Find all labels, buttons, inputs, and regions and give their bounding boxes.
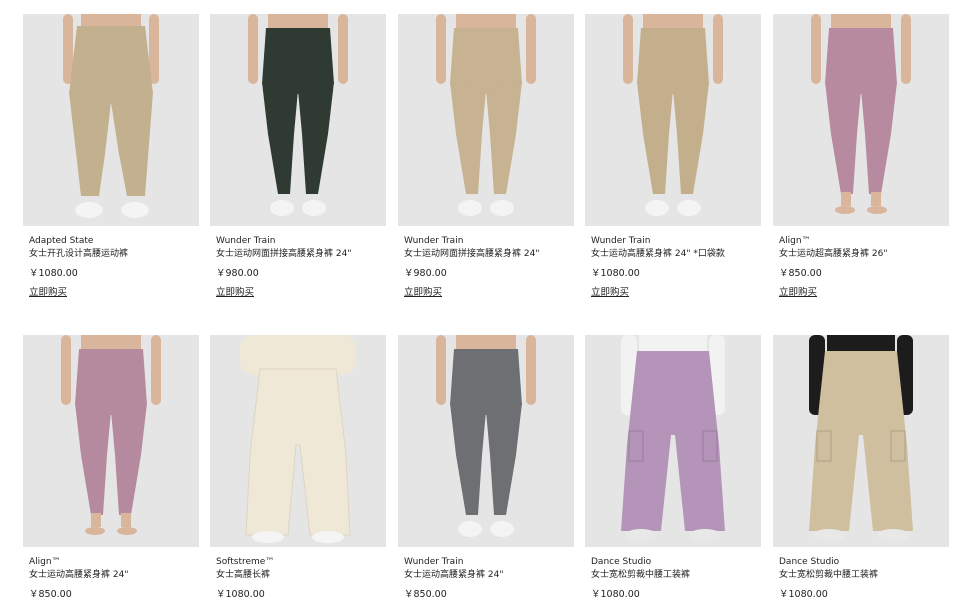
product-image[interactable] — [23, 335, 199, 547]
product-name[interactable]: 女士运动高腰紧身裤 24" — [404, 569, 574, 581]
product-price: ￥1080.00 — [591, 589, 640, 600]
product-brand: Wunder Train — [216, 236, 276, 246]
buy-now-link[interactable]: 立即购买 — [29, 287, 67, 299]
product-price: ￥980.00 — [404, 268, 447, 279]
product-card[interactable]: Align™ 女士运动高腰紧身裤 24" ￥850.00 — [23, 335, 199, 601]
product-brand: Adapted State — [29, 236, 94, 246]
product-name[interactable]: 女士高腰长裤 — [216, 569, 386, 581]
product-brand: Align™ — [29, 557, 61, 567]
product-image[interactable] — [585, 335, 761, 547]
product-name[interactable]: 女士运动网面拼接高腰紧身裤 24" — [404, 248, 574, 260]
product-image[interactable] — [210, 14, 386, 226]
buy-now-link[interactable]: 立即购买 — [216, 287, 254, 299]
product-name[interactable]: 女士宽松剪裁中腰工装裤 — [591, 569, 761, 581]
product-image[interactable] — [773, 14, 949, 226]
product-card[interactable]: Wunder Train 女士运动高腰紧身裤 24" ￥850.00 — [398, 335, 574, 601]
product-card[interactable]: Align™ 女士运动超高腰紧身裤 26" ￥850.00 立即购买 — [773, 14, 949, 299]
product-grid: Adapted State 女士开孔设计高腰运动裤 ￥1080.00 立即购买 Wund… — [0, 0, 960, 604]
product-brand: Dance Studio — [591, 557, 652, 567]
product-card[interactable]: Wunder Train 女士运动高腰紧身裤 24" *口袋款 ￥1080.00 立即… — [585, 14, 761, 299]
product-image[interactable] — [210, 335, 386, 547]
product-card[interactable]: Wunder Train 女士运动网面拼接高腰紧身裤 24" ￥980.00 立即购买 — [210, 14, 386, 299]
product-card[interactable]: Dance Studio 女士宽松剪裁中腰工装裤 ￥1080.00 — [585, 335, 761, 601]
product-image[interactable] — [585, 14, 761, 226]
buy-now-link[interactable]: 立即购买 — [779, 287, 817, 299]
product-name[interactable]: 女士开孔设计高腰运动裤 — [29, 248, 199, 260]
product-name[interactable]: 女士运动网面拼接高腰紧身裤 24" — [216, 248, 386, 260]
product-brand: Wunder Train — [404, 557, 464, 567]
product-price: ￥850.00 — [404, 589, 447, 600]
product-card[interactable]: Wunder Train 女士运动网面拼接高腰紧身裤 24" ￥980.00 立即购买 — [398, 14, 574, 299]
product-price: ￥1080.00 — [216, 589, 265, 600]
product-price: ￥1080.00 — [779, 589, 828, 600]
product-price: ￥850.00 — [779, 268, 822, 279]
product-brand: Softstreme™ — [216, 557, 275, 567]
product-card[interactable]: Softstreme™ 女士高腰长裤 ￥1080.00 — [210, 335, 386, 601]
product-name[interactable]: 女士运动超高腰紧身裤 26" — [779, 248, 949, 260]
product-brand: Dance Studio — [779, 557, 840, 567]
buy-now-link[interactable]: 立即购买 — [591, 287, 629, 299]
product-image[interactable] — [398, 14, 574, 226]
product-name[interactable]: 女士运动高腰紧身裤 24" *口袋款 — [591, 248, 761, 260]
product-price: ￥1080.00 — [29, 268, 78, 279]
product-brand: Wunder Train — [404, 236, 464, 246]
product-image[interactable] — [773, 335, 949, 547]
product-card[interactable]: Adapted State 女士开孔设计高腰运动裤 ￥1080.00 立即购买 — [23, 14, 199, 299]
buy-now-link[interactable]: 立即购买 — [404, 287, 442, 299]
product-name[interactable]: 女士宽松剪裁中腰工装裤 — [779, 569, 949, 581]
product-brand: Wunder Train — [591, 236, 651, 246]
product-name[interactable]: 女士运动高腰紧身裤 24" — [29, 569, 199, 581]
product-price: ￥980.00 — [216, 268, 259, 279]
product-price: ￥850.00 — [29, 589, 72, 600]
product-image[interactable] — [398, 335, 574, 547]
product-brand: Align™ — [779, 236, 811, 246]
product-price: ￥1080.00 — [591, 268, 640, 279]
product-card[interactable]: Dance Studio 女士宽松剪裁中腰工装裤 ￥1080.00 — [773, 335, 949, 601]
product-image[interactable] — [23, 14, 199, 226]
